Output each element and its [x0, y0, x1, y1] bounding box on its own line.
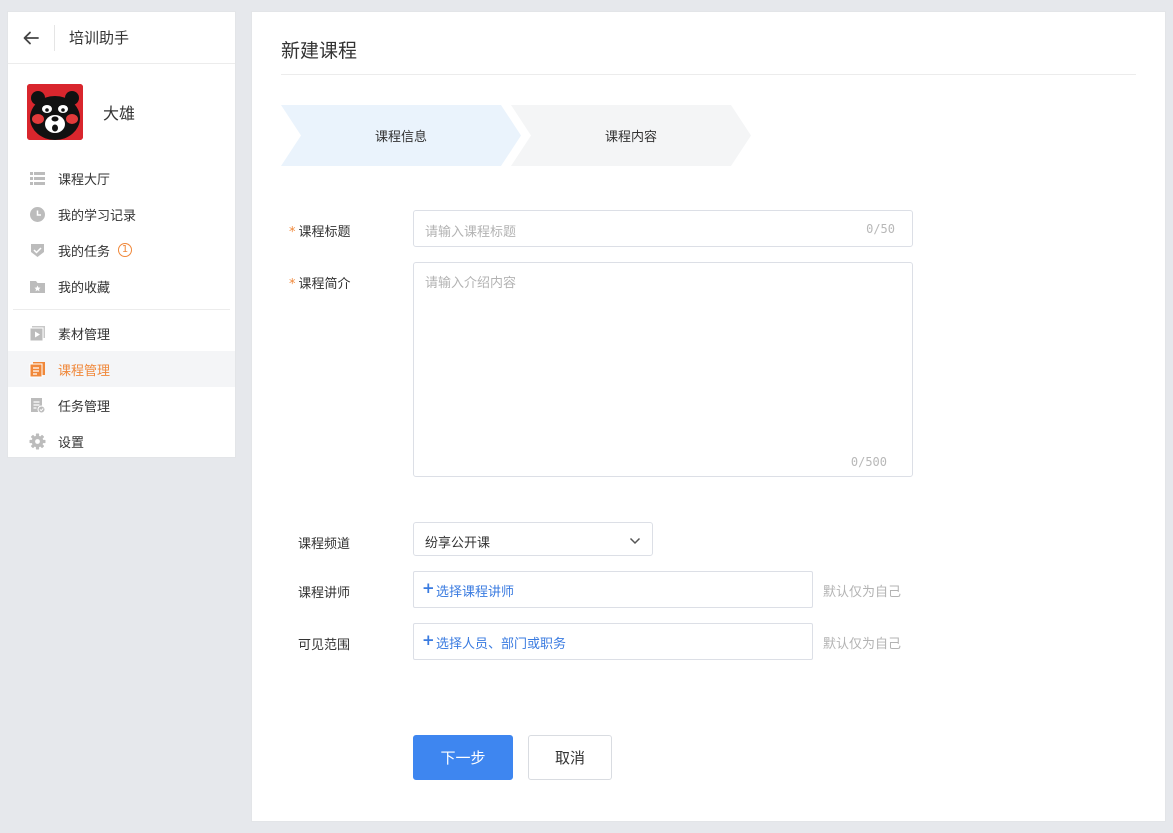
- sidebar-item-label: 我的任务: [58, 244, 111, 260]
- sidebar-item-label: 课程大厅: [58, 172, 111, 188]
- menu-divider: [13, 309, 230, 310]
- lecturer-label: 课程讲师: [298, 586, 351, 601]
- step-label: 课程信息: [374, 130, 427, 145]
- course-intro-textarea[interactable]: 请输入介绍内容 0/500: [413, 262, 913, 477]
- arrow-left-icon: [23, 31, 39, 44]
- task-doc-icon: [29, 397, 46, 414]
- course-intro-label: * 课程简介: [289, 273, 351, 292]
- course-intro-label-text: 课程简介: [298, 277, 351, 292]
- channel-selected-value: 纷享公开课: [425, 536, 491, 551]
- user-profile: 大雄: [8, 64, 235, 160]
- sidebar-item-label: 素材管理: [58, 327, 111, 343]
- sidebar-item-material-manage[interactable]: 素材管理: [8, 315, 235, 351]
- sidebar-item-study-record[interactable]: 我的学习记录: [8, 196, 235, 232]
- page-title: 新建课程: [281, 40, 358, 62]
- channel-label: 课程频道: [298, 537, 351, 552]
- shield-check-icon: [29, 242, 46, 259]
- course-title-placeholder: 请输入课程标题: [425, 225, 517, 240]
- next-step-button[interactable]: 下一步: [413, 735, 513, 780]
- clock-icon: [29, 206, 46, 223]
- step-label: 课程内容: [604, 130, 657, 145]
- step-course-info[interactable]: 课程信息: [281, 105, 521, 166]
- required-mark: *: [289, 225, 296, 240]
- sidebar-item-label: 任务管理: [58, 399, 111, 415]
- plus-icon: +: [422, 579, 435, 597]
- sidebar-header: 培训助手: [8, 12, 235, 64]
- sidebar: 培训助手 大雄 课程大厅 我的学习记录 我的任务 1 我的收藏 素材管理 课程管…: [7, 11, 236, 458]
- course-intro-counter: 0/500: [850, 455, 887, 469]
- required-mark: *: [289, 277, 296, 292]
- sidebar-item-label: 我的收藏: [58, 280, 111, 296]
- star-folder-icon: [29, 278, 46, 295]
- sidebar-item-label: 设置: [58, 435, 85, 451]
- play-icon: [29, 325, 46, 342]
- bear-avatar-icon: [27, 84, 83, 140]
- task-count-badge: 1: [118, 243, 133, 257]
- lecturer-picker[interactable]: + 选择课程讲师: [413, 571, 813, 608]
- book-icon: [29, 361, 46, 378]
- list-icon: [29, 170, 46, 187]
- sidebar-item-favorites[interactable]: 我的收藏: [8, 268, 235, 304]
- sidebar-item-course-manage[interactable]: 课程管理: [8, 351, 235, 387]
- cancel-button[interactable]: 取消: [528, 735, 612, 780]
- step-course-content[interactable]: 课程内容: [511, 105, 751, 166]
- lecturer-hint: 默认仅为自己: [823, 585, 902, 600]
- title-divider: [281, 74, 1136, 75]
- course-title-counter: 0/50: [866, 222, 895, 236]
- plus-icon: +: [422, 631, 435, 649]
- user-name: 大雄: [103, 104, 136, 123]
- sidebar-item-label: 我的学习记录: [58, 208, 137, 224]
- course-title-label: * 课程标题: [289, 221, 351, 240]
- course-title-label-text: 课程标题: [298, 225, 351, 240]
- visibility-picker-text: 选择人员、部门或职务: [436, 637, 567, 652]
- header-divider: [54, 24, 55, 51]
- lecturer-picker-text: 选择课程讲师: [436, 585, 515, 600]
- stepper: 课程信息 课程内容: [281, 105, 751, 166]
- visibility-hint: 默认仅为自己: [823, 637, 902, 652]
- sidebar-item-course-hall[interactable]: 课程大厅: [8, 160, 235, 196]
- channel-select[interactable]: 纷享公开课: [413, 522, 653, 556]
- avatar[interactable]: [27, 84, 83, 140]
- visibility-picker[interactable]: + 选择人员、部门或职务: [413, 623, 813, 660]
- gear-icon: [29, 433, 46, 450]
- sidebar-item-settings[interactable]: 设置: [8, 423, 235, 459]
- sidebar-item-label: 课程管理: [58, 363, 111, 379]
- manage-menu: 素材管理 课程管理 任务管理 设置: [8, 315, 235, 459]
- chevron-down-icon: [629, 537, 641, 545]
- app-title: 培训助手: [69, 29, 130, 47]
- sidebar-item-my-tasks[interactable]: 我的任务 1: [8, 232, 235, 268]
- main-panel: 新建课程 课程信息 课程内容 * 课程标题 请输入课程标题 0/50 * 课程简介 …: [251, 11, 1166, 822]
- sidebar-item-task-manage[interactable]: 任务管理: [8, 387, 235, 423]
- visibility-label: 可见范围: [298, 638, 351, 653]
- back-button[interactable]: [8, 12, 54, 64]
- main-menu: 课程大厅 我的学习记录 我的任务 1 我的收藏: [8, 160, 235, 304]
- course-title-input[interactable]: 请输入课程标题 0/50: [413, 210, 913, 247]
- course-intro-placeholder: 请输入介绍内容: [425, 276, 517, 291]
